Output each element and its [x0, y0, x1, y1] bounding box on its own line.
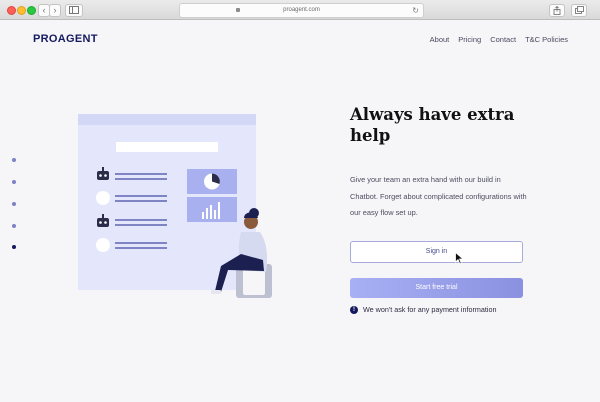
share-icon [553, 5, 561, 15]
sidebar-icon [69, 6, 79, 14]
cursor-icon [455, 252, 464, 265]
zoom-window-button[interactable] [27, 6, 36, 15]
nav-pricing[interactable]: Pricing [458, 35, 481, 44]
logo[interactable]: PROAGENT [33, 33, 98, 45]
pagination-dot[interactable] [12, 180, 16, 184]
forward-icon: › [53, 5, 57, 15]
close-window-button[interactable] [7, 6, 16, 15]
sidebar-toggle-button[interactable] [65, 4, 83, 17]
nav-about[interactable]: About [430, 35, 450, 44]
info-icon: ! [350, 305, 358, 314]
tabs-button[interactable] [571, 4, 587, 17]
nav-contact[interactable]: Contact [490, 35, 516, 44]
back-icon: ‹ [42, 5, 46, 15]
main-nav: About Pricing Contact T&C Policies [430, 35, 568, 44]
sign-in-button[interactable]: Sign in [350, 241, 523, 263]
tabs-icon [574, 6, 584, 14]
forward-button[interactable]: › [49, 4, 61, 17]
pagination-dot-active[interactable] [12, 245, 16, 249]
address-url: proagent.com [283, 7, 320, 13]
pagination-dot[interactable] [12, 202, 16, 206]
browser-toolbar: ‹ › proagent.com ↻ [0, 0, 600, 20]
minimize-window-button[interactable] [17, 6, 26, 15]
pagination-dot[interactable] [12, 158, 16, 162]
payment-note-text: We won't ask for any payment information [363, 305, 497, 314]
pagination-dot[interactable] [12, 224, 16, 228]
lock-icon [236, 8, 240, 12]
share-button[interactable] [549, 4, 565, 17]
hero-title: Always have extra help [350, 105, 515, 145]
nav-tc-policies[interactable]: T&C Policies [525, 35, 568, 44]
address-bar[interactable]: proagent.com ↻ [179, 3, 424, 18]
hero-description: Give your team an extra hand with our bu… [350, 175, 527, 217]
payment-note: ! We won't ask for any payment informati… [350, 305, 496, 314]
hero-illustration [78, 114, 272, 298]
reload-icon[interactable]: ↻ [412, 4, 419, 17]
start-free-trial-button[interactable]: Start free trial [350, 278, 523, 298]
